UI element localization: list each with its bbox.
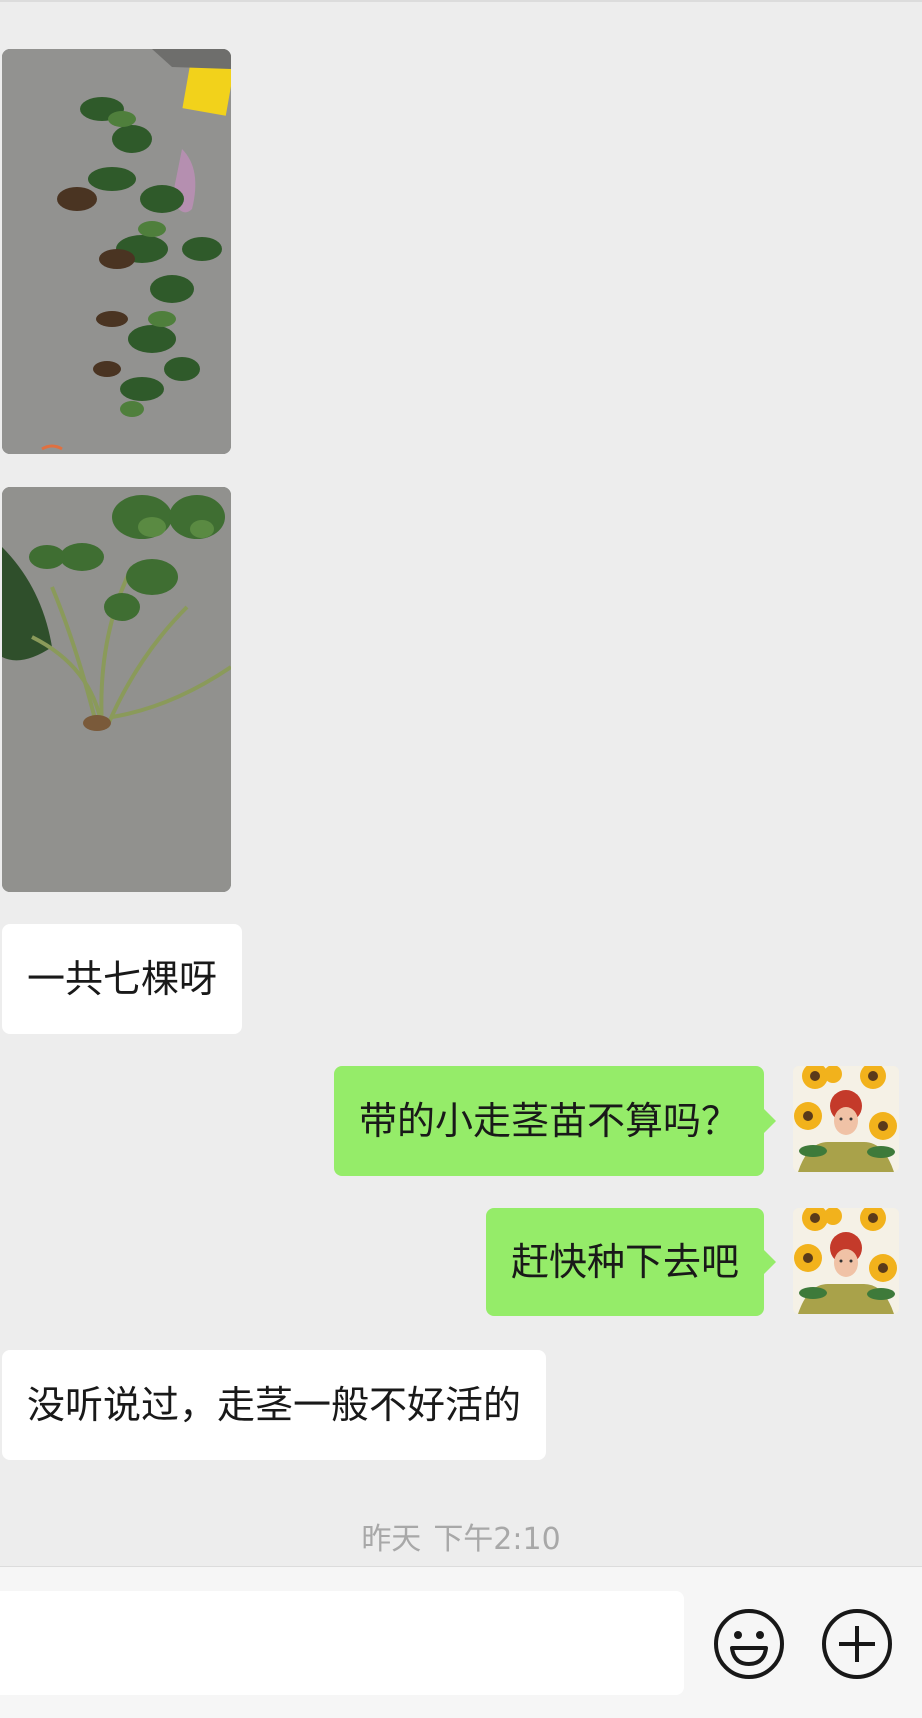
plus-circle-icon[interactable] bbox=[821, 1608, 893, 1680]
timestamp-time: 下午2:10 bbox=[433, 1522, 561, 1557]
message-input[interactable] bbox=[0, 1591, 684, 1695]
user-avatar[interactable] bbox=[793, 1208, 899, 1314]
timestamp-day: 昨天 bbox=[361, 1522, 422, 1557]
incoming-message-bubble: 没听说过，走茎一般不好活的 bbox=[2, 1350, 547, 1460]
message-text: 没听说过，走茎一般不好活的 bbox=[27, 1383, 522, 1427]
outgoing-message-bubble: 赶快种下去吧 bbox=[485, 1208, 777, 1316]
top-divider bbox=[0, 0, 922, 2]
photo-image bbox=[2, 49, 231, 454]
avatar-image bbox=[793, 1208, 899, 1314]
chat-image-strawberry-seedling[interactable] bbox=[2, 487, 231, 892]
incoming-message-bubble: 一共七棵呀 bbox=[2, 924, 243, 1034]
chat-input-bar bbox=[0, 1566, 922, 1718]
chat-timestamp: 昨天 下午2:10 bbox=[0, 1514, 922, 1558]
outgoing-message-bubble: 带的小走茎苗不算吗？ bbox=[333, 1066, 777, 1176]
photo-image bbox=[2, 487, 231, 892]
avatar-image bbox=[793, 1066, 899, 1172]
message-text: 带的小走茎苗不算吗？ bbox=[358, 1099, 739, 1143]
smiley-icon[interactable] bbox=[713, 1608, 785, 1680]
chat-image-strawberry-plants[interactable] bbox=[2, 49, 231, 454]
message-text: 一共七棵呀 bbox=[27, 957, 218, 1001]
message-text: 赶快种下去吧 bbox=[510, 1240, 739, 1284]
user-avatar[interactable] bbox=[793, 1066, 899, 1172]
